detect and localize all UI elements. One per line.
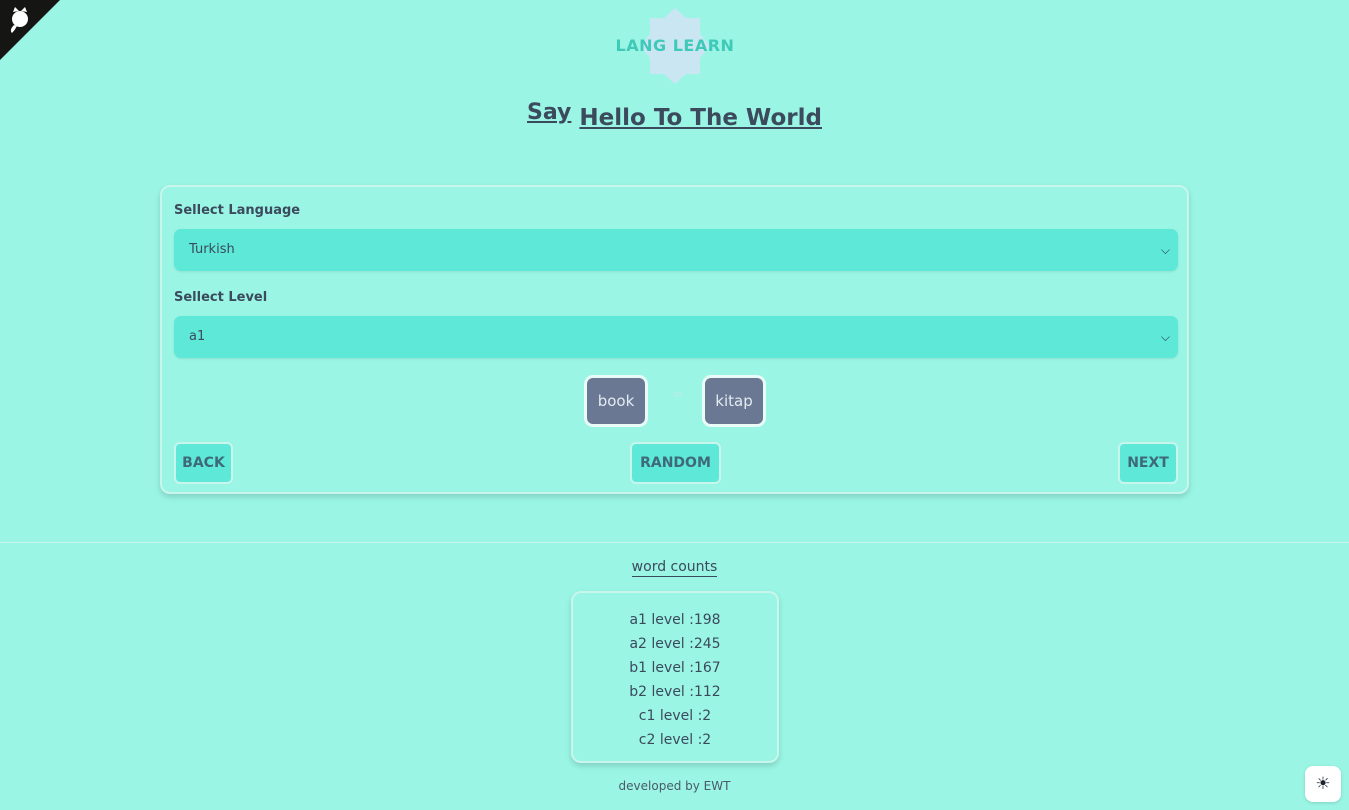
count-row: b1 level :167 xyxy=(629,660,721,676)
level-select-value: a1 xyxy=(189,329,206,344)
back-button[interactable]: BACK xyxy=(174,442,233,484)
title-hello: Hello To The World xyxy=(579,105,822,131)
section-divider xyxy=(0,542,1349,543)
practice-card: Sellect Language Turkish ⌵ Sellect Level… xyxy=(160,185,1189,494)
word-counts-title: word counts xyxy=(0,559,1349,577)
theme-toggle-button[interactable]: ☀ xyxy=(1305,766,1341,802)
language-label: Sellect Language xyxy=(174,203,301,218)
chevron-down-icon: ⌵ xyxy=(1160,330,1170,344)
page-title: Say Hello To The World xyxy=(0,100,1349,131)
logo-text: LANG LEARN xyxy=(615,36,735,55)
word-counts-title-text: word counts xyxy=(631,559,718,577)
count-row: c2 level :2 xyxy=(638,732,712,748)
level-select[interactable]: a1 ⌵ xyxy=(174,316,1178,358)
page: LANG LEARN Say Hello To The World Sellect… xyxy=(0,0,1349,810)
count-row: b2 level :112 xyxy=(629,684,721,700)
language-select-value: Turkish xyxy=(189,242,235,257)
sun-icon: ☀ xyxy=(1315,774,1331,794)
word-counts-box: a1 level :198 a2 level :245 b1 level :16… xyxy=(571,591,779,763)
title-say: Say xyxy=(527,100,572,125)
source-word: book xyxy=(584,375,648,427)
footer-credit: developed by EWT xyxy=(618,779,731,793)
next-button[interactable]: NEXT xyxy=(1118,442,1178,484)
chevron-down-icon: ⌵ xyxy=(1160,243,1170,257)
word-separator: = xyxy=(672,387,684,403)
random-button[interactable]: RANDOM xyxy=(630,442,721,484)
language-select[interactable]: Turkish ⌵ xyxy=(174,229,1178,271)
logo[interactable]: LANG LEARN xyxy=(614,8,736,84)
count-row: c1 level :2 xyxy=(638,708,712,724)
count-row: a2 level :245 xyxy=(629,636,721,652)
count-row: a1 level :198 xyxy=(629,612,721,628)
level-label: Sellect Level xyxy=(174,290,268,305)
target-word: kitap xyxy=(702,375,766,427)
github-corner-link[interactable] xyxy=(0,0,60,60)
